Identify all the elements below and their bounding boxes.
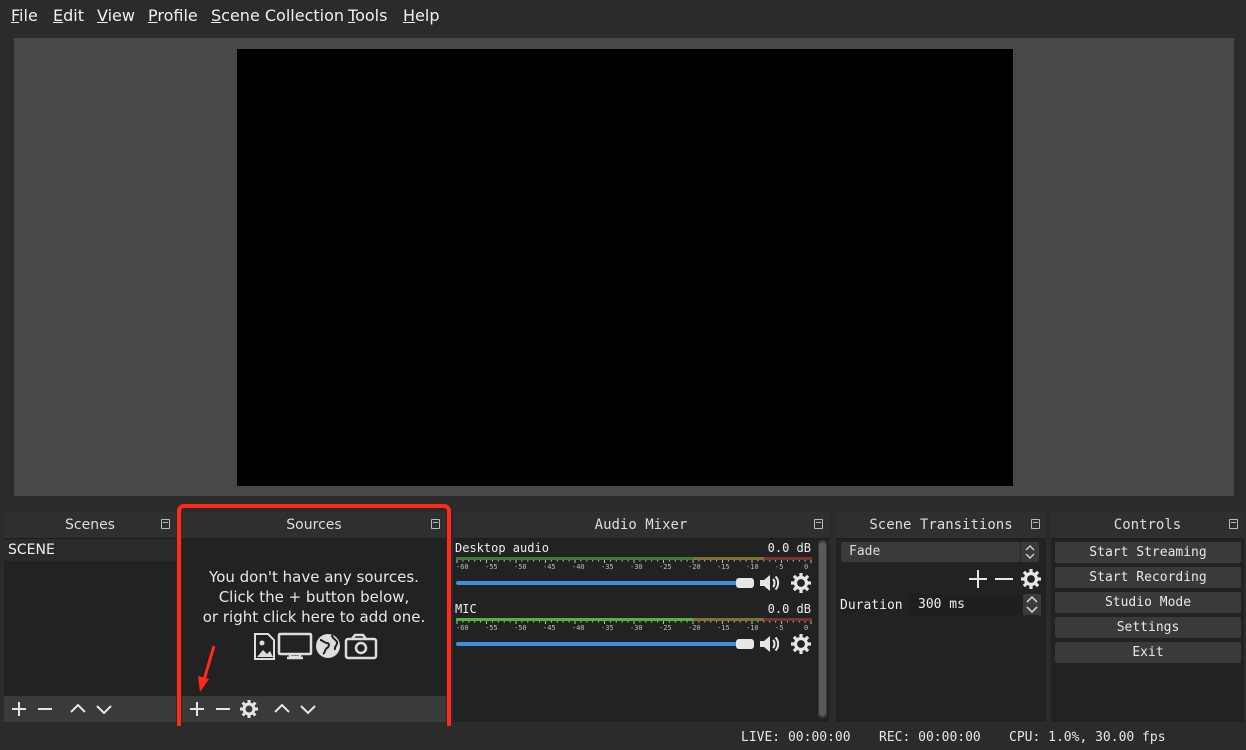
scene-transitions-dock: Scene Transitions Fade Duration 300 ms bbox=[836, 512, 1046, 722]
scene-transitions-dock-title: Scene Transitions bbox=[836, 512, 1046, 539]
menu-help[interactable]: Help bbox=[403, 6, 439, 25]
chevron-down-icon bbox=[96, 705, 112, 715]
meter-tick-label: -5 bbox=[775, 563, 784, 571]
preview-canvas[interactable] bbox=[237, 49, 1013, 486]
float-dock-icon[interactable] bbox=[161, 519, 170, 529]
exit-button[interactable]: Exit bbox=[1055, 642, 1241, 663]
speaker-icon[interactable] bbox=[758, 572, 780, 594]
audio-mixer-title: Audio Mixer bbox=[594, 517, 688, 533]
menu-file[interactable]: File bbox=[11, 6, 38, 25]
scenes-title: Scenes bbox=[65, 517, 115, 533]
scenes-toolbar bbox=[4, 696, 176, 722]
gear-icon[interactable] bbox=[790, 633, 812, 655]
menu-edit[interactable]: Edit bbox=[53, 6, 84, 25]
controls-dock: Controls Start Streaming Start Recording… bbox=[1051, 512, 1244, 722]
meter-tick-label: -60 bbox=[456, 563, 469, 571]
meter-tick-label: -50 bbox=[514, 563, 527, 571]
speaker-icon[interactable] bbox=[758, 633, 780, 655]
volume-slider[interactable] bbox=[456, 642, 746, 646]
meter-tick-label: -40 bbox=[572, 624, 585, 632]
cpu-status: CPU: 1.0%, 30.00 fps bbox=[1009, 730, 1166, 745]
transition-select[interactable]: Fade bbox=[841, 542, 1039, 562]
meter-tick-label: -5 bbox=[775, 624, 784, 632]
volume-slider-handle[interactable] bbox=[736, 578, 754, 588]
meter-tick-label: -50 bbox=[514, 624, 527, 632]
highlight-box bbox=[177, 504, 451, 736]
meter-tick-label: -55 bbox=[485, 624, 498, 632]
meter-tick-label: -45 bbox=[543, 624, 556, 632]
rec-status: REC: 00:00:00 bbox=[879, 730, 981, 745]
scene-transitions-title: Scene Transitions bbox=[869, 517, 1013, 533]
move-scene-down-button[interactable] bbox=[94, 699, 114, 719]
add-scene-button[interactable] bbox=[9, 699, 29, 719]
red-arrow-icon bbox=[198, 645, 216, 692]
volume-slider-handle[interactable] bbox=[736, 639, 754, 649]
meter-tick-label: -25 bbox=[659, 624, 672, 632]
meter-tick-label: -25 bbox=[659, 563, 672, 571]
duration-label: Duration bbox=[840, 598, 903, 613]
meter-tick-label: -10 bbox=[746, 563, 759, 571]
channel-db: 0.0 dB bbox=[767, 541, 811, 555]
audio-mixer-scrollbar[interactable] bbox=[818, 540, 827, 718]
meter-tick-label: -10 bbox=[746, 624, 759, 632]
meter-tick-label: -20 bbox=[688, 624, 701, 632]
start-streaming-button[interactable]: Start Streaming bbox=[1055, 542, 1241, 563]
menu-tools[interactable]: Tools bbox=[348, 6, 387, 25]
scenes-dock: Scenes SCENE bbox=[4, 512, 176, 722]
channel-name: MIC bbox=[455, 602, 477, 616]
float-dock-icon[interactable] bbox=[1229, 519, 1238, 529]
meter-tick-label: -30 bbox=[630, 624, 643, 632]
menu-scene-collection[interactable]: Scene Collection bbox=[211, 6, 344, 25]
scrollbar-thumb[interactable] bbox=[819, 542, 826, 716]
status-bar: LIVE: 00:00:00 REC: 00:00:00 CPU: 1.0%, … bbox=[0, 726, 1246, 750]
live-status: LIVE: 00:00:00 bbox=[741, 730, 851, 745]
meter-tick-label: -35 bbox=[601, 563, 614, 571]
volume-slider[interactable] bbox=[456, 581, 746, 585]
controls-title: Controls bbox=[1113, 517, 1182, 533]
meter-tick-label: -55 bbox=[485, 563, 498, 571]
add-transition-button[interactable] bbox=[968, 569, 988, 589]
meter-tick-label: -60 bbox=[456, 624, 469, 632]
gear-icon[interactable] bbox=[790, 572, 812, 594]
meter-tick-labels: -60 -55 -50 -45 -40 -35 -30 -25 -20 -15 -10 -5 0 bbox=[456, 563, 812, 571]
meter-tick-labels: -60 -55 -50 -45 -40 -35 -30 -25 -20 -15 -10 -5 0 bbox=[456, 624, 812, 632]
meter-tick-label: -30 bbox=[630, 563, 643, 571]
audio-mixer-dock-title: Audio Mixer bbox=[453, 512, 829, 539]
settings-button[interactable]: Settings bbox=[1055, 617, 1241, 638]
meter-tick-label: -40 bbox=[572, 563, 585, 571]
channel-name: Desktop audio bbox=[455, 541, 549, 555]
meter-tick-label: 0 bbox=[804, 624, 809, 632]
move-scene-up-button[interactable] bbox=[68, 699, 88, 719]
channel-db: 0.0 dB bbox=[767, 602, 811, 616]
meter-tick-label: -15 bbox=[717, 563, 730, 571]
meter-tick-label: -20 bbox=[688, 563, 701, 571]
plus-icon bbox=[12, 702, 26, 716]
transition-properties-gear-icon[interactable] bbox=[1020, 568, 1042, 590]
meter-tick-label: -15 bbox=[717, 624, 730, 632]
audio-mixer-dock: Audio Mixer Desktop audio 0.0 dB -60 -55 -… bbox=[453, 512, 829, 722]
remove-transition-button[interactable] bbox=[994, 569, 1014, 589]
meter-tick-label: -45 bbox=[543, 563, 556, 571]
studio-mode-button[interactable]: Studio Mode bbox=[1055, 592, 1241, 613]
float-dock-icon[interactable] bbox=[814, 519, 823, 529]
spin-arrows-icon[interactable] bbox=[1023, 594, 1041, 615]
float-dock-icon[interactable] bbox=[1031, 519, 1040, 529]
minus-icon bbox=[38, 708, 52, 710]
meter-tick-label: 0 bbox=[804, 563, 809, 571]
controls-dock-title: Controls bbox=[1051, 512, 1244, 539]
menu-view[interactable]: View bbox=[97, 6, 135, 25]
remove-scene-button[interactable] bbox=[35, 699, 55, 719]
menu-bar: File Edit View Profile Scene Collection … bbox=[0, 0, 1246, 32]
menu-profile[interactable]: Profile bbox=[148, 6, 198, 25]
chevron-up-icon bbox=[70, 703, 86, 713]
duration-spinbox[interactable]: 300 ms bbox=[909, 594, 1041, 615]
start-recording-button[interactable]: Start Recording bbox=[1055, 567, 1241, 588]
scene-list-item[interactable]: SCENE bbox=[4, 539, 176, 561]
meter-tick-label: -35 bbox=[601, 624, 614, 632]
scenes-dock-title: Scenes bbox=[4, 512, 176, 539]
updown-arrows-icon bbox=[1020, 542, 1039, 562]
